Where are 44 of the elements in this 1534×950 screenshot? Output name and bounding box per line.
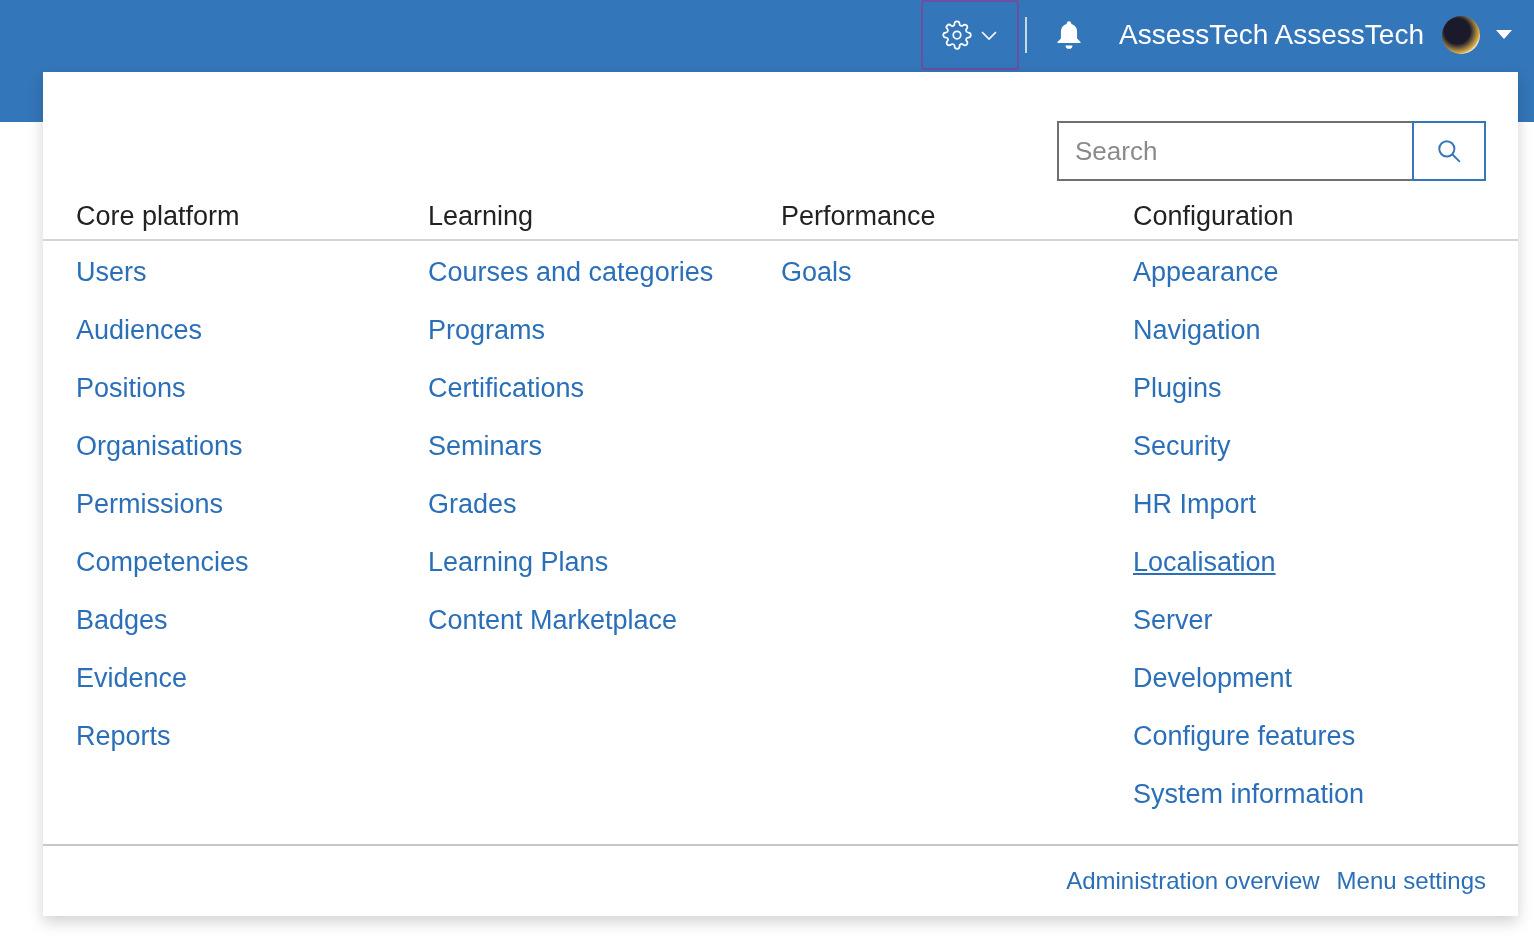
- search-field[interactable]: Search: [1057, 121, 1412, 181]
- menu-link[interactable]: Localisation: [1133, 545, 1518, 579]
- menu-link[interactable]: Security: [1133, 429, 1518, 463]
- menu-link[interactable]: Content Marketplace: [428, 603, 748, 637]
- column-heading: Learning: [395, 201, 748, 241]
- menu-link[interactable]: System information: [1133, 777, 1518, 811]
- menu-link[interactable]: Positions: [76, 371, 395, 405]
- menu-link[interactable]: Audiences: [76, 313, 395, 347]
- menu-link[interactable]: HR Import: [1133, 487, 1518, 521]
- menu-link[interactable]: Appearance: [1133, 255, 1518, 289]
- menu-link[interactable]: Competencies: [76, 545, 395, 579]
- search-button[interactable]: [1412, 121, 1486, 181]
- bell-icon: [1054, 20, 1083, 50]
- caret-down-icon[interactable]: [1496, 30, 1512, 40]
- avatar[interactable]: [1442, 16, 1480, 54]
- menu-link[interactable]: Reports: [76, 719, 395, 753]
- menu-link[interactable]: Permissions: [76, 487, 395, 521]
- notifications-button[interactable]: [1054, 20, 1083, 50]
- menu-link[interactable]: Plugins: [1133, 371, 1518, 405]
- menu-link[interactable]: Certifications: [428, 371, 748, 405]
- column-heading: Configuration: [1100, 201, 1518, 241]
- menu-link[interactable]: Server: [1133, 603, 1518, 637]
- menu-link[interactable]: Learning Plans: [428, 545, 748, 579]
- menu-link[interactable]: Seminars: [428, 429, 748, 463]
- menu-link[interactable]: Development: [1133, 661, 1518, 695]
- menu-link[interactable]: Navigation: [1133, 313, 1518, 347]
- menu-link[interactable]: Evidence: [76, 661, 395, 695]
- menu-link[interactable]: Organisations: [76, 429, 395, 463]
- menu-link[interactable]: Users: [76, 255, 395, 289]
- settings-menu-button[interactable]: [920, 0, 1019, 70]
- menu-link[interactable]: Courses and categories: [428, 255, 748, 289]
- menu-link[interactable]: Goals: [781, 255, 1100, 289]
- menu-link[interactable]: Badges: [76, 603, 395, 637]
- search-icon: [1436, 138, 1462, 164]
- footer-link[interactable]: Menu settings: [1336, 867, 1486, 895]
- settings-icon: [941, 20, 972, 50]
- chevron-down-icon: [979, 29, 998, 41]
- menu-link[interactable]: Configure features: [1133, 719, 1518, 753]
- column-heading: Performance: [748, 201, 1100, 241]
- column-heading: Core platform: [43, 201, 395, 241]
- menu-link[interactable]: Grades: [428, 487, 748, 521]
- footer-link[interactable]: Administration overview: [1066, 867, 1320, 895]
- user-name[interactable]: AssessTech AssessTech: [1118, 19, 1424, 51]
- menu-link[interactable]: Programs: [428, 313, 748, 347]
